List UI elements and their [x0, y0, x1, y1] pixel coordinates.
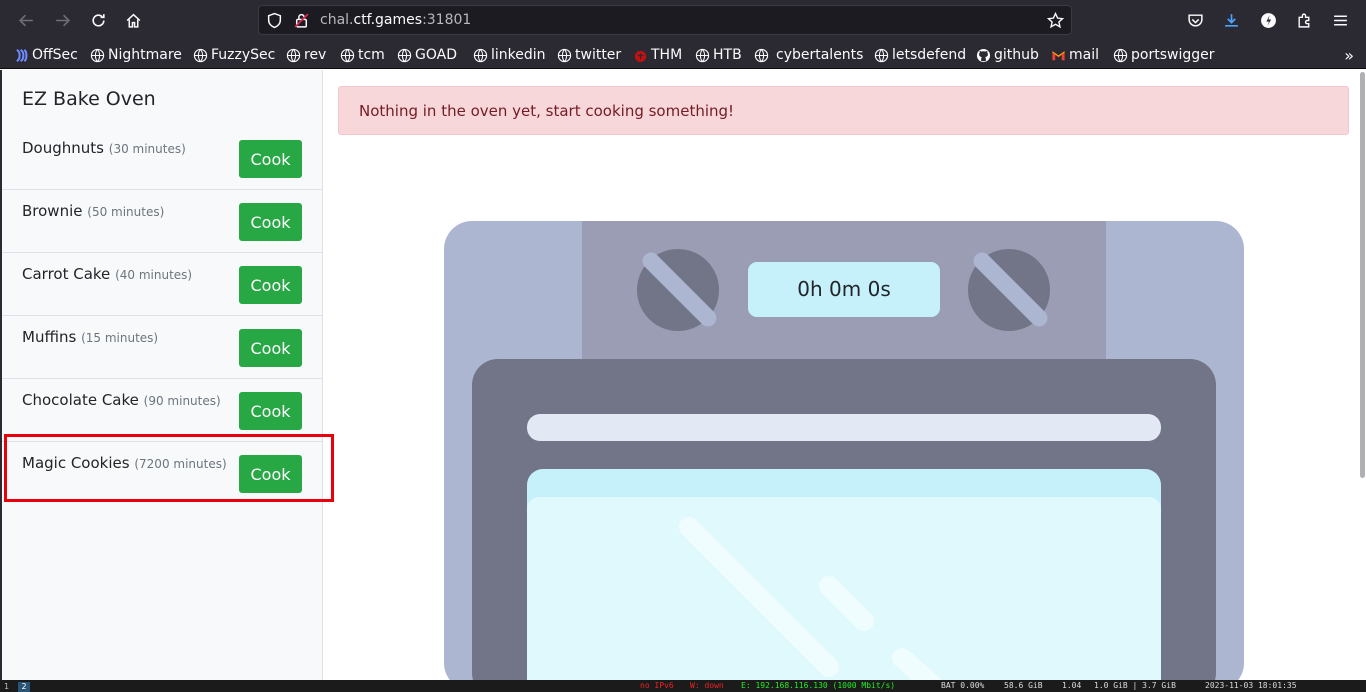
- clock: 2023-11-03 18:01:35: [1205, 681, 1297, 690]
- bookmark-thm[interactable]: THM: [633, 46, 682, 64]
- recipe-name: Brownie: [22, 202, 83, 220]
- globe-icon: [557, 48, 572, 62]
- home-icon[interactable]: [121, 8, 145, 32]
- bookmarks-overflow-icon[interactable]: »: [1344, 46, 1354, 65]
- recipe-duration: (15 minutes): [81, 331, 159, 345]
- left-knob-icon: [637, 249, 719, 331]
- bookmark-star-icon[interactable]: [1047, 12, 1064, 29]
- workspace-1[interactable]: 1: [4, 682, 16, 692]
- oven-status-alert: Nothing in the oven yet, start cooking s…: [338, 86, 1349, 135]
- browser-toolbar: chal.ctf.games:31801: [0, 0, 1366, 40]
- oven-handle: [527, 414, 1161, 441]
- insecure-lock-icon[interactable]: [293, 12, 310, 29]
- recipe-duration: (7200 minutes): [134, 457, 227, 471]
- recipe-item: Brownie (50 minutes) Cook: [2, 190, 323, 253]
- bookmark-linkedin[interactable]: linkedin: [473, 46, 546, 64]
- ethernet-status: E: 192.168.116.130 (1000 Mbit/s): [741, 681, 896, 690]
- bookmark-twitter[interactable]: twitter: [557, 46, 621, 64]
- globe-icon: [473, 48, 488, 62]
- battery-status: BAT 0.00%: [941, 681, 985, 690]
- page-content: EZ Bake Oven Doughnuts (30 minutes) Cook…: [0, 70, 1366, 680]
- recipe-name: Chocolate Cake: [22, 391, 139, 409]
- globe-icon: [340, 48, 355, 62]
- downloads-icon[interactable]: [1219, 8, 1243, 32]
- url-text[interactable]: chal.ctf.games:31801: [320, 12, 471, 28]
- globe-icon: [90, 48, 105, 62]
- globe-icon: [1113, 48, 1128, 62]
- memory-status: 1.0 GiB | 3.7 GiB: [1094, 681, 1176, 690]
- globe-icon: [286, 48, 301, 62]
- recipe-item: Chocolate Cake (90 minutes) Cook: [2, 379, 323, 442]
- gmail-icon: [1052, 50, 1065, 60]
- recipe-duration: (40 minutes): [115, 268, 193, 282]
- bookmark-rev[interactable]: rev: [286, 46, 326, 64]
- bookmark-github[interactable]: github: [976, 46, 1039, 64]
- recipe-name: Muffins: [22, 328, 77, 346]
- bookmark-nightmare[interactable]: Nightmare: [90, 46, 182, 64]
- workspace-2[interactable]: 2: [18, 682, 30, 692]
- bookmark-tcm[interactable]: tcm: [340, 46, 385, 64]
- ipv6-status: no IPv6: [640, 681, 674, 690]
- address-bar[interactable]: chal.ctf.games:31801: [258, 5, 1072, 35]
- github-icon: [976, 48, 991, 62]
- timer-text: 0h 0m 0s: [797, 277, 890, 301]
- cook-button[interactable]: Cook: [239, 140, 302, 178]
- bookmark-cybertalents[interactable]: cybertalents: [754, 46, 863, 64]
- back-icon[interactable]: [14, 8, 38, 32]
- extensions-puzzle-icon[interactable]: [1292, 8, 1316, 32]
- app-title: EZ Bake Oven: [22, 88, 156, 110]
- bookmark-portswigger[interactable]: portswigger: [1113, 46, 1214, 64]
- pocket-icon[interactable]: [1183, 8, 1207, 32]
- thm-icon: [634, 50, 647, 62]
- wireless-status: W: down: [690, 681, 724, 690]
- cook-button[interactable]: Cook: [239, 266, 302, 304]
- offsec-icon: [16, 48, 28, 62]
- globe-icon: [754, 48, 769, 62]
- globe-icon: [193, 48, 208, 62]
- bookmark-letsdefend[interactable]: letsdefend: [874, 46, 966, 64]
- extension-icon[interactable]: [1256, 8, 1280, 32]
- cook-button[interactable]: Cook: [239, 392, 302, 430]
- bookmarks-bar: OffSec Nightmare FuzzySec rev tcm GOAD l…: [0, 40, 1366, 69]
- recipe-item: Doughnuts (30 minutes) Cook: [2, 127, 323, 190]
- recipe-duration: (30 minutes): [108, 142, 186, 156]
- reload-icon[interactable]: [86, 8, 110, 32]
- bookmark-fuzzysec[interactable]: FuzzySec: [193, 46, 275, 64]
- recipe-sidebar: EZ Bake Oven Doughnuts (30 minutes) Cook…: [0, 70, 323, 680]
- page-scrollbar[interactable]: [1360, 72, 1365, 478]
- menu-icon[interactable]: [1328, 8, 1352, 32]
- cook-button[interactable]: Cook: [239, 329, 302, 367]
- load-status: 1.04: [1062, 681, 1082, 690]
- bookmark-goad[interactable]: GOAD: [397, 46, 457, 64]
- recipe-duration: (90 minutes): [143, 394, 221, 408]
- globe-icon: [874, 48, 889, 62]
- cook-button[interactable]: Cook: [239, 203, 302, 241]
- recipe-duration: (50 minutes): [87, 205, 165, 219]
- recipe-item: Carrot Cake (40 minutes) Cook: [2, 253, 323, 316]
- cook-button[interactable]: Cook: [239, 455, 302, 493]
- disk-status: 58.6 GiB: [1004, 681, 1043, 690]
- system-status-bar: 1 2 no IPv6 W: down E: 192.168.116.130 (…: [0, 680, 1366, 692]
- recipe-item: Muffins (15 minutes) Cook: [2, 316, 323, 379]
- shield-icon[interactable]: [266, 12, 283, 29]
- recipe-name: Doughnuts: [22, 139, 104, 157]
- right-knob-icon: [968, 249, 1050, 331]
- globe-icon: [695, 48, 710, 62]
- recipe-item: Magic Cookies (7200 minutes) Cook: [2, 442, 323, 505]
- globe-icon: [397, 48, 412, 62]
- bookmark-htb[interactable]: HTB: [695, 46, 742, 64]
- bookmark-mail[interactable]: mail: [1051, 46, 1099, 64]
- recipe-name: Magic Cookies: [22, 454, 130, 472]
- oven-illustration: 0h 0m 0s: [444, 221, 1244, 680]
- forward-icon[interactable]: [50, 8, 74, 32]
- recipe-name: Carrot Cake: [22, 265, 111, 283]
- bookmark-offsec[interactable]: OffSec: [14, 46, 78, 64]
